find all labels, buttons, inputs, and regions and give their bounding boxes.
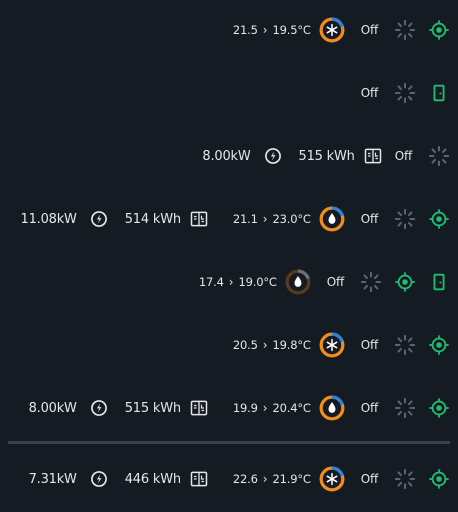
door-icon[interactable] [428,271,450,293]
target-temp: 21.9°C [272,472,311,486]
power-value: 8.00kW [202,148,251,164]
device-row[interactable]: 17.4 › 19.0°C Off [0,266,458,298]
status-label: Off [360,472,379,486]
arrow-icon: › [262,23,268,37]
spinner-icon [394,19,416,41]
arrow-icon: › [262,212,268,226]
spinner-icon [394,397,416,419]
power-value: 11.08kW [20,211,77,227]
device-row[interactable]: Off [0,77,458,109]
status-label: Off [360,86,379,100]
meter-icon [363,146,383,166]
target-icon[interactable] [428,397,450,419]
target-temp: 19.5°C [272,23,311,37]
current-temp: 22.6 [232,472,258,486]
plug-icon [263,146,283,166]
energy-value: 515 kWh [124,400,181,416]
target-icon[interactable] [428,468,450,490]
energy-value: 515 kWh [298,148,355,164]
energy-value: 514 kWh [124,211,181,227]
target-temp: 19.8°C [272,338,311,352]
plug-icon [89,469,109,489]
flame-icon [319,395,345,421]
status-label: Off [360,401,379,415]
current-temp: 17.4 [198,275,224,289]
status-label: Off [326,275,345,289]
snowflake-icon [319,466,345,492]
target-icon[interactable] [428,19,450,41]
power-value: 7.31kW [28,471,77,487]
target-icon[interactable] [428,334,450,356]
arrow-icon: › [262,338,268,352]
target-temp: 23.0°C [272,212,311,226]
energy-value: 446 kWh [124,471,181,487]
snowflake-icon [319,332,345,358]
status-label: Off [394,149,413,163]
power-value: 8.00kW [28,400,77,416]
section-divider [8,441,450,444]
device-row[interactable]: 7.31kW 446 kWh 22.6 › 21.9°C Off [0,463,458,495]
plug-icon [89,398,109,418]
spinner-icon [360,271,382,293]
snowflake-icon [319,17,345,43]
plug-icon [89,209,109,229]
target-temp: 19.0°C [238,275,277,289]
spinner-icon [394,82,416,104]
status-label: Off [360,23,379,37]
door-icon[interactable] [428,82,450,104]
arrow-icon: › [262,472,268,486]
target-icon[interactable] [394,271,416,293]
flame-icon [285,269,311,295]
arrow-icon: › [228,275,234,289]
target-temp: 20.4°C [272,401,311,415]
meter-icon [189,209,209,229]
device-row[interactable]: 11.08kW 514 kWh 21.1 › 23.0°C Off [0,203,458,235]
device-row[interactable]: 20.5 › 19.8°C Off [0,329,458,361]
status-label: Off [360,212,379,226]
spinner-icon [428,145,450,167]
device-row[interactable]: 21.5 › 19.5°C Off [0,14,458,46]
device-row[interactable]: 8.00kW 515 kWh 19.9 › 20.4°C Off [0,392,458,424]
current-temp: 21.5 [232,23,258,37]
spinner-icon [394,334,416,356]
flame-icon [319,206,345,232]
current-temp: 21.1 [232,212,258,226]
meter-icon [189,398,209,418]
meter-icon [189,469,209,489]
spinner-icon [394,208,416,230]
spinner-icon [394,468,416,490]
device-row[interactable]: 8.00kW 515 kWh Off [0,140,458,172]
current-temp: 19.9 [232,401,258,415]
target-icon[interactable] [428,208,450,230]
arrow-icon: › [262,401,268,415]
current-temp: 20.5 [232,338,258,352]
status-label: Off [360,338,379,352]
